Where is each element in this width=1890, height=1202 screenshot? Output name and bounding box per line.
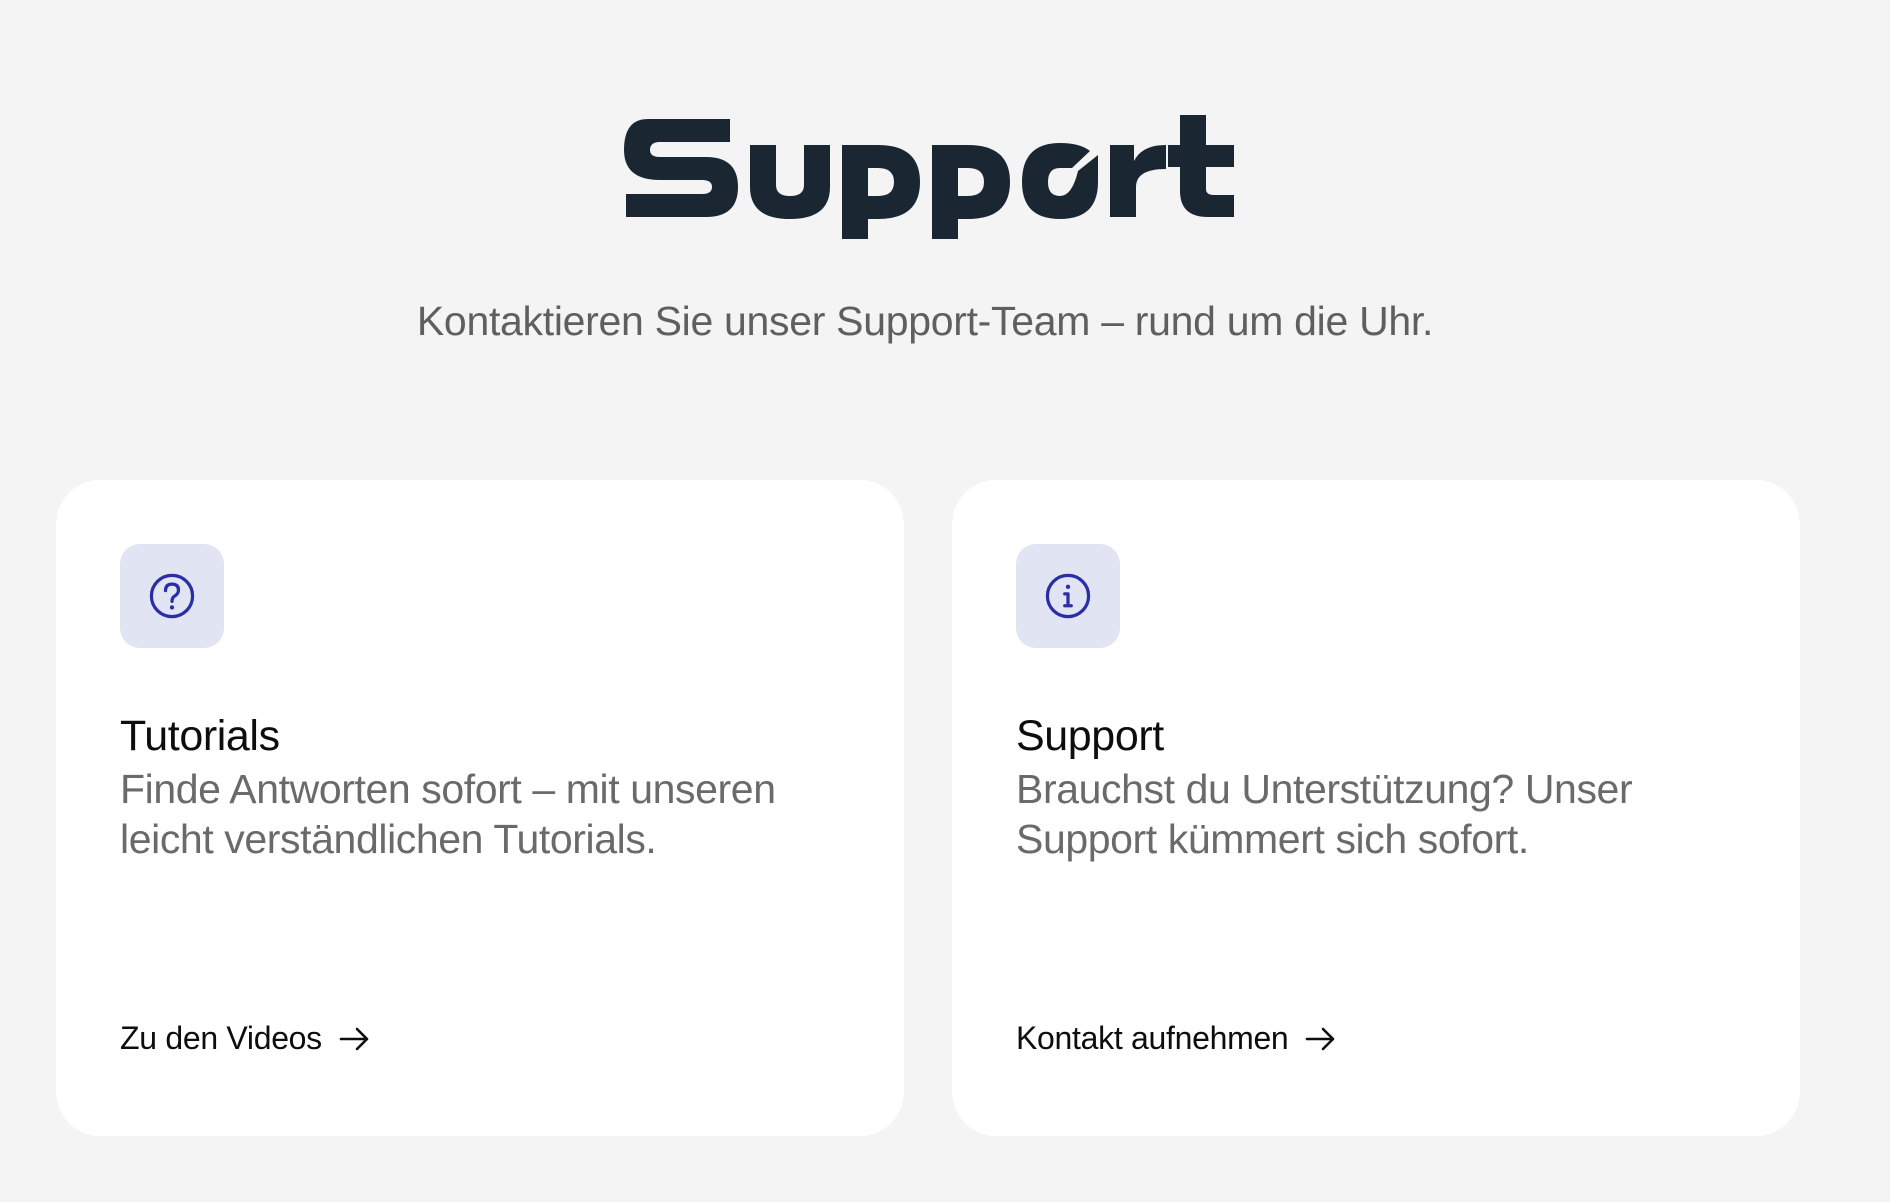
contact-link[interactable]: Kontakt aufnehmen — [1016, 1020, 1338, 1057]
support-logo-graphic — [624, 115, 1234, 239]
question-circle-icon — [149, 573, 195, 619]
card-tutorials: Tutorials Finde Antworten sofort – mit u… — [56, 480, 904, 1136]
hero-subtitle: Kontaktieren Sie unser Support-Team – ru… — [416, 298, 1434, 344]
arrow-right-icon — [1306, 1027, 1335, 1050]
card-description: Brauchst du Unterstützung? Unser Support… — [1016, 766, 1633, 862]
info-circle-icon — [1045, 573, 1091, 619]
support-icon-box — [1016, 544, 1120, 648]
link-label: Kontakt aufnehmen — [1016, 1020, 1289, 1056]
card-title: Tutorials — [120, 712, 280, 760]
card-support: Support Brauchst du Unterstützung? Unser… — [952, 480, 1800, 1136]
tutorials-icon-box — [120, 544, 224, 648]
videos-link[interactable]: Zu den Videos — [120, 1020, 372, 1057]
link-label: Zu den Videos — [120, 1020, 322, 1056]
support-logo — [620, 105, 1240, 240]
arrow-right-icon — [339, 1027, 369, 1050]
card-description: Finde Antworten sofort – mit unseren lei… — [120, 766, 776, 862]
card-title: Support — [1016, 712, 1164, 760]
